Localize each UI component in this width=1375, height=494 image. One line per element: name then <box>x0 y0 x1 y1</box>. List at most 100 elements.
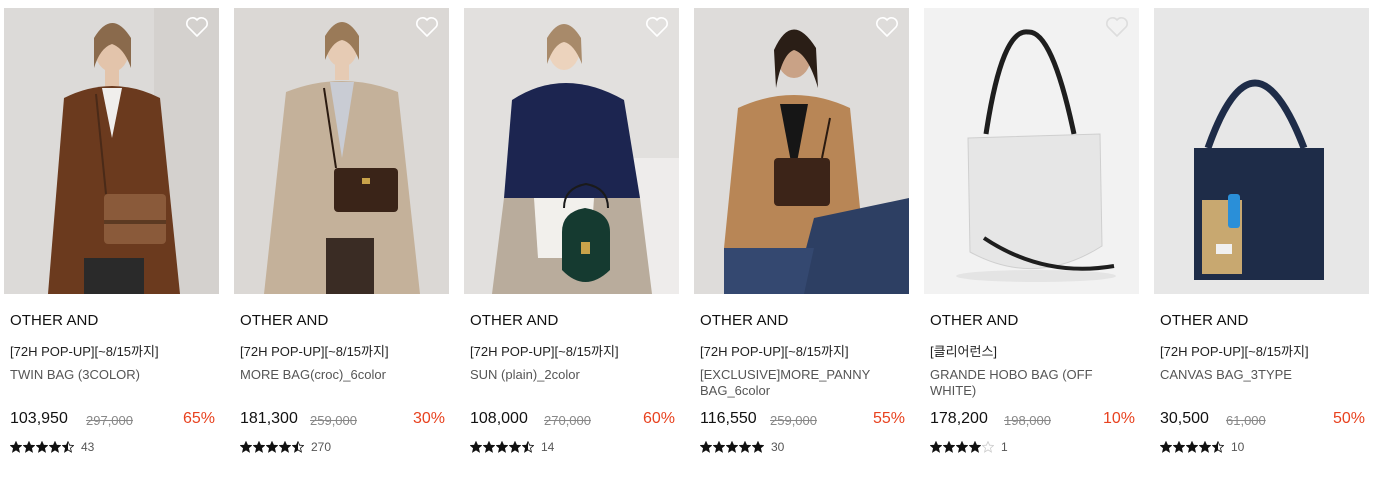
review-count: 10 <box>1231 440 1245 454</box>
product-tag: [72H POP-UP][~8/15까지] <box>240 344 389 359</box>
star-icon <box>483 441 495 453</box>
product-tag: [72H POP-UP][~8/15까지] <box>700 344 849 359</box>
product-image-woman-beige-blazer <box>234 8 449 294</box>
product-brand[interactable]: OTHER AND <box>470 312 558 329</box>
star-icon <box>266 441 278 453</box>
product-name[interactable]: [EXCLUSIVE]MORE_PANNY BAG_6color <box>700 367 900 399</box>
product-photo[interactable] <box>924 8 1139 294</box>
sale-price: 178,200 <box>930 410 988 427</box>
star-icon <box>62 441 74 453</box>
product-brand[interactable]: OTHER AND <box>930 312 1018 329</box>
product-name[interactable]: GRANDE HOBO BAG (OFF WHITE) <box>930 367 1130 399</box>
product-brand[interactable]: OTHER AND <box>240 312 328 329</box>
product-photo[interactable] <box>694 8 909 294</box>
product-image-navy-canvas-bag <box>1154 8 1369 294</box>
discount-rate: 30% <box>412 410 445 427</box>
product-brand[interactable]: OTHER AND <box>10 312 98 329</box>
star-icon <box>292 441 304 453</box>
price-row: 103,950 297,000 65% <box>10 410 215 432</box>
rating: 10 <box>1160 439 1244 455</box>
star-icon <box>739 441 751 453</box>
star-icon <box>253 441 265 453</box>
sale-price: 108,000 <box>470 410 528 427</box>
review-count: 43 <box>81 440 95 454</box>
original-price: 259,000 <box>310 413 357 428</box>
product-card[interactable]: OTHER AND [72H POP-UP][~8/15까지] TWIN BAG… <box>4 8 219 478</box>
product-grid: OTHER AND [72H POP-UP][~8/15까지] TWIN BAG… <box>4 8 1372 488</box>
star-icon <box>713 441 725 453</box>
product-brand[interactable]: OTHER AND <box>1160 312 1248 329</box>
sale-price: 181,300 <box>240 410 298 427</box>
wishlist-heart-icon[interactable] <box>415 16 439 38</box>
price-row: 178,200 198,000 10% <box>930 410 1135 432</box>
product-tag: [72H POP-UP][~8/15까지] <box>10 344 159 359</box>
wishlist-heart-icon[interactable] <box>645 16 669 38</box>
star-icon <box>1160 441 1172 453</box>
product-image-woman-navy-sweater <box>464 8 679 294</box>
original-price: 297,000 <box>86 413 133 428</box>
star-icon <box>240 441 252 453</box>
star-icon <box>36 441 48 453</box>
product-photo[interactable] <box>464 8 679 294</box>
product-name[interactable]: TWIN BAG (3COLOR) <box>10 367 210 383</box>
product-tag: [72H POP-UP][~8/15까지] <box>1160 344 1309 359</box>
product-card[interactable]: OTHER AND [72H POP-UP][~8/15까지] [EXCLUSI… <box>694 8 909 478</box>
star-icon <box>969 441 981 453</box>
product-card[interactable]: OTHER AND [72H POP-UP][~8/15까지] SUN (pla… <box>464 8 679 478</box>
discount-rate: 55% <box>872 410 905 427</box>
product-name[interactable]: MORE BAG(croc)_6color <box>240 367 440 383</box>
star-rating <box>700 441 764 453</box>
product-image-woman-brown-blazer <box>4 8 219 294</box>
sale-price: 103,950 <box>10 410 68 427</box>
price-row: 108,000 270,000 60% <box>470 410 675 432</box>
star-rating <box>10 441 74 453</box>
star-icon <box>23 441 35 453</box>
product-tag: [클리어런스] <box>930 344 998 359</box>
star-icon <box>522 441 534 453</box>
star-rating <box>1160 441 1224 453</box>
product-brand[interactable]: OTHER AND <box>700 312 788 329</box>
wishlist-heart-icon[interactable] <box>185 16 209 38</box>
original-price: 270,000 <box>544 413 591 428</box>
star-icon <box>1173 441 1185 453</box>
rating: 43 <box>10 439 94 455</box>
wishlist-heart-icon[interactable] <box>1105 16 1129 38</box>
price-row: 30,500 61,000 50% <box>1160 410 1365 432</box>
review-count: 270 <box>311 440 332 454</box>
discount-rate: 10% <box>1102 410 1135 427</box>
product-image-woman-camel-coat <box>694 8 909 294</box>
star-icon <box>726 441 738 453</box>
rating: 30 <box>700 439 784 455</box>
review-count: 30 <box>771 440 785 454</box>
review-count: 14 <box>541 440 555 454</box>
product-tag: [72H POP-UP][~8/15까지] <box>470 344 619 359</box>
star-icon <box>1186 441 1198 453</box>
product-photo[interactable] <box>1154 8 1369 294</box>
star-rating <box>240 441 304 453</box>
product-photo[interactable] <box>234 8 449 294</box>
discount-rate: 60% <box>642 410 675 427</box>
discount-rate: 65% <box>182 410 215 427</box>
review-count: 1 <box>1001 440 1008 454</box>
star-icon <box>470 441 482 453</box>
rating: 1 <box>930 439 1008 455</box>
star-rating <box>470 441 534 453</box>
star-icon <box>1212 441 1224 453</box>
discount-rate: 50% <box>1332 410 1365 427</box>
product-card[interactable]: OTHER AND [72H POP-UP][~8/15까지] MORE BAG… <box>234 8 449 478</box>
product-name[interactable]: SUN (plain)_2color <box>470 367 670 383</box>
product-card[interactable]: OTHER AND [72H POP-UP][~8/15까지] CANVAS B… <box>1154 8 1369 478</box>
star-icon <box>956 441 968 453</box>
sale-price: 30,500 <box>1160 410 1209 427</box>
wishlist-heart-icon[interactable] <box>875 16 899 38</box>
rating: 14 <box>470 439 554 455</box>
star-icon <box>279 441 291 453</box>
product-photo[interactable] <box>4 8 219 294</box>
star-icon <box>930 441 942 453</box>
star-icon <box>509 441 521 453</box>
price-row: 116,550 259,000 55% <box>700 410 905 432</box>
star-rating <box>930 441 994 453</box>
product-card[interactable]: OTHER AND [클리어런스] GRANDE HOBO BAG (OFF W… <box>924 8 1139 478</box>
product-name[interactable]: CANVAS BAG_3TYPE <box>1160 367 1360 383</box>
original-price: 198,000 <box>1004 413 1051 428</box>
